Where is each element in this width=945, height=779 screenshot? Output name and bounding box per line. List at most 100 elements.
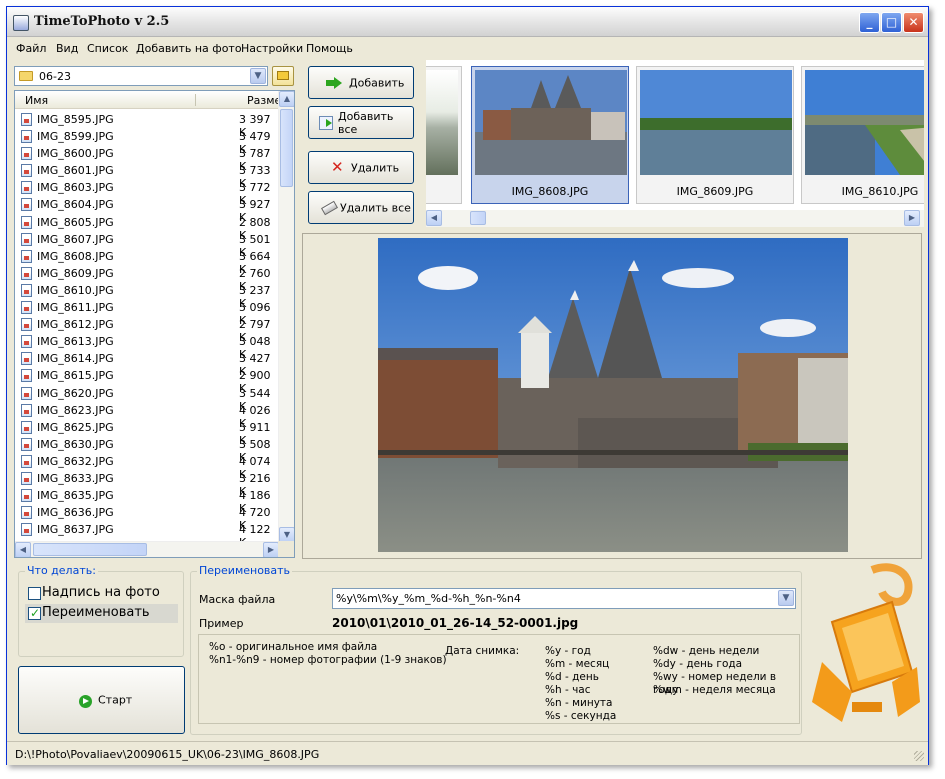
maximize-button[interactable]: □ — [881, 12, 902, 33]
hscroll-thumb[interactable] — [33, 543, 147, 556]
table-row[interactable]: IMG_8609.JPG 2 760 K — [15, 265, 279, 293]
column-header-name[interactable]: Имя — [25, 94, 48, 107]
table-row[interactable]: IMG_8603.JPG 3 772 K — [15, 179, 279, 207]
chevron-down-icon[interactable]: ▼ — [778, 590, 794, 606]
table-row[interactable]: IMG_8614.JPG 3 427 K — [15, 350, 279, 378]
thumbnail-image — [640, 70, 792, 175]
file-name: IMG_8607.JPG — [37, 232, 114, 246]
app-logo — [812, 562, 922, 734]
caption-label[interactable]: Надпись на фото — [42, 585, 160, 600]
menu-help[interactable]: Помощь — [306, 42, 353, 55]
table-row[interactable]: IMG_8600.JPG 3 787 K — [15, 145, 279, 173]
thumbnail-item[interactable]: IMG_8610.JPG — [801, 66, 924, 204]
table-row[interactable]: IMG_8599.JPG 3 479 K — [15, 128, 279, 156]
file-name: IMG_8600.JPG — [37, 147, 114, 161]
rename-checkbox[interactable] — [28, 606, 41, 620]
scroll-up-icon[interactable]: ▲ — [279, 91, 294, 107]
resize-grip-icon[interactable] — [914, 751, 924, 761]
image-file-icon — [21, 266, 32, 280]
status-path: D:\!Photo\Povaliaev\20090615_UK\06-23\IM… — [15, 748, 320, 761]
add-all-button[interactable]: Добавить все — [308, 106, 414, 139]
scroll-right-icon[interactable]: ▶ — [263, 542, 279, 557]
table-row[interactable]: IMG_8615.JPG 2 900 K — [15, 367, 279, 395]
thumbnail-scrollbar[interactable]: ◀ ▶ — [426, 210, 924, 227]
legend-mid-item: %n - минута — [545, 697, 613, 709]
app-icon — [13, 15, 29, 31]
start-icon — [79, 695, 92, 708]
vertical-scrollbar[interactable]: ▲ ▼ — [278, 91, 294, 543]
table-row[interactable]: IMG_8623.JPG 4 026 K — [15, 402, 279, 430]
file-name: IMG_8601.JPG — [37, 164, 114, 178]
delete-all-button[interactable]: Удалить все — [308, 191, 414, 224]
file-name: IMG_8604.JPG — [37, 198, 114, 212]
table-row[interactable]: IMG_8608.JPG 3 664 K — [15, 248, 279, 276]
table-row[interactable]: IMG_8595.JPG 3 397 K — [15, 111, 279, 139]
table-row[interactable]: IMG_8613.JPG 3 048 K — [15, 333, 279, 361]
thumbnail-image — [475, 70, 627, 175]
mask-label: Маска файла — [199, 593, 276, 606]
folder-select[interactable]: 06-23 ▼ — [14, 66, 268, 86]
scroll-right-icon[interactable]: ▶ — [904, 210, 920, 226]
file-name: IMG_8595.JPG — [37, 113, 114, 126]
column-header-size[interactable]: Разме — [247, 94, 281, 107]
table-row[interactable]: IMG_8604.JPG 3 927 K — [15, 196, 279, 224]
scroll-left-icon[interactable]: ◀ — [426, 210, 442, 226]
browse-folder-button[interactable] — [272, 66, 294, 86]
table-row[interactable]: IMG_8637.JPG4 122 K — [15, 521, 279, 549]
menu-file[interactable]: Файл — [16, 42, 46, 55]
thumbnail-partial[interactable] — [426, 66, 462, 204]
image-file-icon — [21, 113, 32, 126]
file-name: IMG_8630.JPG — [37, 437, 114, 451]
chevron-down-icon[interactable]: ▼ — [250, 68, 266, 84]
image-file-icon — [21, 352, 32, 366]
file-name: IMG_8637.JPG — [37, 523, 114, 537]
thumbnail-item[interactable]: IMG_8608.JPG — [471, 66, 629, 204]
date-label: Дата снимка: — [445, 645, 520, 657]
table-row[interactable]: IMG_8632.JPG 4 074 K — [15, 453, 279, 481]
thumbnail-item[interactable]: IMG_8609.JPG — [636, 66, 794, 204]
start-button[interactable]: Старт — [18, 666, 185, 734]
legend-mid-item: %y - год — [545, 645, 591, 657]
caption-checkbox[interactable] — [28, 587, 41, 600]
file-name: IMG_8632.JPG — [37, 454, 114, 468]
image-file-icon — [21, 523, 32, 537]
table-row[interactable]: IMG_8630.JPG 3 508 K — [15, 436, 279, 464]
table-row[interactable]: IMG_8635.JPG 4 186 K — [15, 487, 279, 515]
table-row[interactable]: IMG_8601.JPG 3 733 K — [15, 162, 279, 190]
menu-list[interactable]: Список — [87, 42, 128, 55]
thumbnail-label: IMG_8609.JPG — [676, 185, 754, 198]
file-name: IMG_8605.JPG — [37, 215, 114, 229]
table-row[interactable]: IMG_8612.JPG 2 797 K — [15, 316, 279, 344]
close-button[interactable]: ✕ — [903, 12, 924, 33]
table-row[interactable]: IMG_8636.JPG 4 720 K — [15, 504, 279, 532]
table-row[interactable]: IMG_8607.JPG 3 501 K — [15, 231, 279, 259]
title-bar[interactable]: TimeToPhoto v 2.5 _ □ ✕ — [7, 7, 928, 37]
table-row[interactable]: IMG_8611.JPG 5 096 K — [15, 299, 279, 327]
thumbnail-scroll-thumb[interactable] — [470, 211, 486, 225]
legend-mid-item: %m - месяц — [545, 658, 610, 670]
scroll-thumb[interactable] — [280, 109, 293, 187]
image-file-icon — [21, 301, 32, 315]
table-row[interactable]: IMG_8605.JPG 2 808 K — [15, 214, 279, 242]
image-file-icon — [21, 489, 32, 503]
add-all-icon — [319, 116, 333, 130]
table-row[interactable]: IMG_8610.JPG 3 237 K — [15, 282, 279, 310]
scroll-left-icon[interactable]: ◀ — [15, 542, 31, 557]
menu-add-to-photo[interactable]: Добавить на фото — [136, 42, 242, 55]
menu-view[interactable]: Вид — [56, 42, 78, 55]
horizontal-scrollbar[interactable]: ◀ ▶ — [15, 541, 279, 557]
file-list[interactable]: Имя Разме IMG_8595.JPG 3 397 K IMG_8599.JP… — [14, 90, 295, 558]
add-button[interactable]: Добавить — [308, 66, 414, 99]
mask-input[interactable]: %y\%m\%y_%m_%d-%h_%n-%n4 ▼ — [332, 588, 796, 609]
menu-settings[interactable]: Настройки — [241, 42, 303, 55]
window-title: TimeToPhoto v 2.5 — [34, 14, 170, 29]
table-row[interactable]: IMG_8633.JPG 3 216 K — [15, 470, 279, 498]
file-name: IMG_8599.JPG — [37, 130, 114, 144]
minimize-button[interactable]: _ — [859, 12, 880, 33]
table-row[interactable]: IMG_8625.JPG 5 911 K — [15, 419, 279, 447]
folder-icon — [19, 71, 33, 81]
table-row[interactable]: IMG_8620.JPG 3 544 K — [15, 385, 279, 413]
delete-button[interactable]: ✕ Удалить — [308, 151, 414, 184]
rename-label[interactable]: Переименовать — [42, 605, 150, 620]
image-file-icon — [21, 471, 32, 485]
